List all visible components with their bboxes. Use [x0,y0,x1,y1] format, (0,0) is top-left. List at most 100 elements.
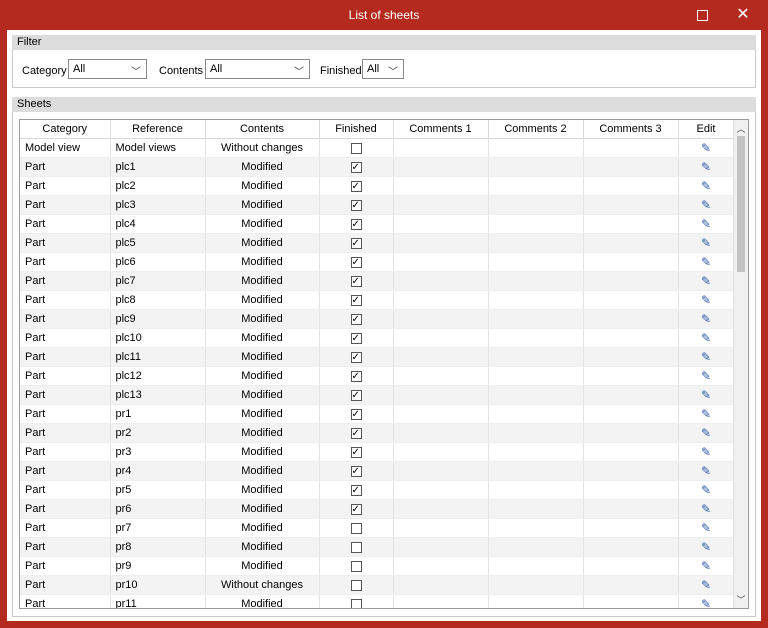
table-row[interactable]: Part pr10 Without changes ✎ [20,575,735,595]
pencil-icon[interactable]: ✎ [701,445,711,459]
table-row[interactable]: Partplc6Modified ✎ [20,252,735,272]
finished-checkbox[interactable] [350,275,362,287]
table-row[interactable]: Partpr6Modified ✎ [20,499,735,519]
finished-checkbox[interactable] [350,332,362,344]
table-row[interactable]: Part pr7 Modified ✎ [20,518,735,538]
finished-checkbox[interactable] [350,313,362,325]
table-row[interactable]: Partplc7Modified ✎ [20,271,735,291]
column-header[interactable]: Comments 2 [488,120,584,139]
pencil-icon[interactable]: ✎ [701,597,711,608]
pencil-icon[interactable]: ✎ [701,502,711,516]
pencil-icon[interactable]: ✎ [701,483,711,497]
chevron-down-icon[interactable]: ﹀ [734,593,748,607]
table-row[interactable]: Partplc8Modified ✎ [20,290,735,310]
column-header[interactable]: Category [20,120,111,139]
table-row[interactable]: Partpr3Modified ✎ [20,442,735,462]
table-row[interactable]: Model view Model views Without changes ✎ [20,138,735,158]
table-row[interactable]: Partpr1Modified ✎ [20,404,735,424]
vertical-scrollbar[interactable]: ︿ ﹀ [733,120,748,608]
finished-checkbox[interactable] [350,351,362,363]
finished-cell [319,594,394,608]
table-row[interactable]: Partpr5Modified ✎ [20,480,735,500]
reference-cell: plc5 [110,233,206,253]
finished-checkbox[interactable] [350,370,362,382]
finished-value: All [367,63,380,75]
finished-checkbox[interactable] [350,161,362,173]
pencil-icon[interactable]: ✎ [701,578,711,592]
table-row[interactable]: Part pr11 Modified ✎ [20,594,735,608]
table-row[interactable]: Partplc1Modified ✎ [20,157,735,177]
scroll-thumb[interactable] [737,136,745,272]
chevron-up-icon[interactable]: ︿ [734,122,748,136]
table-row[interactable]: Partplc11Modified ✎ [20,347,735,367]
finished-checkbox[interactable] [350,199,362,211]
column-header[interactable]: Reference [110,120,206,139]
finished-checkbox[interactable] [350,598,362,608]
comments-2-cell [488,290,584,310]
pencil-icon[interactable]: ✎ [701,540,711,554]
finished-checkbox[interactable] [350,218,362,230]
pencil-icon[interactable]: ✎ [701,179,711,193]
finished-checkbox[interactable] [350,560,362,572]
pencil-icon[interactable]: ✎ [701,255,711,269]
pencil-icon[interactable]: ✎ [701,293,711,307]
finished-checkbox[interactable] [350,389,362,401]
pencil-icon[interactable]: ✎ [701,407,711,421]
pencil-icon[interactable]: ✎ [701,331,711,345]
finished-checkbox[interactable] [350,579,362,591]
finished-checkbox[interactable] [350,484,362,496]
finished-checkbox[interactable] [350,408,362,420]
pencil-icon[interactable]: ✎ [701,559,711,573]
finished-checkbox[interactable] [350,180,362,192]
table-row[interactable]: Partpr2Modified ✎ [20,423,735,443]
pencil-icon[interactable]: ✎ [701,388,711,402]
column-header[interactable]: Comments 1 [393,120,489,139]
table-row[interactable]: Part pr9 Modified ✎ [20,556,735,576]
column-header[interactable]: Comments 3 [583,120,679,139]
column-header[interactable]: Contents [205,120,320,139]
edit-cell: ✎ [678,347,735,367]
close-button[interactable]: ✕ [723,0,763,30]
pencil-icon[interactable]: ✎ [701,236,711,250]
pencil-icon[interactable]: ✎ [701,350,711,364]
finished-checkbox[interactable] [350,465,362,477]
finished-checkbox[interactable] [350,294,362,306]
pencil-icon[interactable]: ✎ [701,160,711,174]
table-row[interactable]: Partplc13Modified ✎ [20,385,735,405]
table-row[interactable]: Partplc3Modified ✎ [20,195,735,215]
pencil-icon[interactable]: ✎ [701,464,711,478]
table-row[interactable]: Partplc9Modified ✎ [20,309,735,329]
table-row[interactable]: Partplc12Modified ✎ [20,366,735,386]
finished-checkbox[interactable] [350,427,362,439]
finished-checkbox[interactable] [350,237,362,249]
column-header[interactable]: Edit [678,120,735,139]
table-row[interactable]: Partplc2Modified ✎ [20,176,735,196]
finished-checkbox[interactable] [350,522,362,534]
finished-checkbox[interactable] [350,142,362,154]
table-row[interactable]: Partplc4Modified ✎ [20,214,735,234]
pencil-icon[interactable]: ✎ [701,312,711,326]
category-cell: Part [20,309,111,329]
column-header[interactable]: Finished [319,120,394,139]
category-cell: Part [20,404,111,424]
pencil-icon[interactable]: ✎ [701,521,711,535]
finished-checkbox[interactable] [350,256,362,268]
pencil-icon[interactable]: ✎ [701,426,711,440]
pencil-icon[interactable]: ✎ [701,274,711,288]
table-row[interactable]: Partplc5Modified ✎ [20,233,735,253]
contents-select[interactable]: All ﹀ [205,59,310,79]
category-select[interactable]: All ﹀ [68,59,147,79]
table-row[interactable]: Partplc10Modified ✎ [20,328,735,348]
table-row[interactable]: Partpr4Modified ✎ [20,461,735,481]
finished-select[interactable]: All ﹀ [362,59,404,79]
finished-checkbox[interactable] [350,503,362,515]
finished-checkbox[interactable] [350,541,362,553]
pencil-icon[interactable]: ✎ [701,369,711,383]
pencil-icon[interactable]: ✎ [701,141,711,155]
pencil-icon[interactable]: ✎ [701,198,711,212]
table-row[interactable]: Part pr8 Modified ✎ [20,537,735,557]
pencil-icon[interactable]: ✎ [701,217,711,231]
maximize-button[interactable] [682,0,722,30]
finished-checkbox[interactable] [350,446,362,458]
finished-cell [319,309,394,329]
